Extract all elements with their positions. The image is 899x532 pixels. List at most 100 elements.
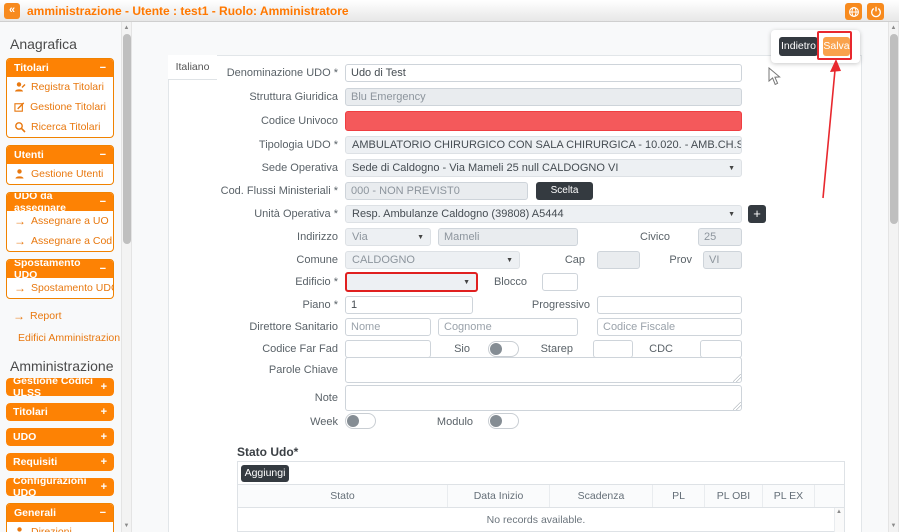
chevron-down-icon: ▼ (417, 234, 424, 241)
scroll-down-icon[interactable]: ▼ (889, 523, 898, 529)
field-label-blocco: Blocco (467, 273, 527, 291)
parole-chiave-textarea[interactable] (345, 357, 742, 383)
street-input (438, 228, 578, 246)
week-toggle[interactable] (345, 413, 376, 429)
unita-operativa-dropdown[interactable]: Resp. Ambulanze Caldogno (39808) A5444 ▼ (345, 205, 742, 223)
blocco-input[interactable] (542, 273, 578, 291)
column-header-scadenza[interactable]: Scadenza (550, 485, 653, 507)
person-edit-icon (14, 81, 26, 93)
expand-plus-icon[interactable]: + (101, 406, 107, 418)
sidebar-item-direzioni[interactable]: Direzioni (7, 522, 113, 532)
scroll-up-icon[interactable]: ▲ (836, 509, 842, 515)
section-header-utenti[interactable]: Utenti − (7, 146, 113, 164)
modulo-toggle[interactable] (488, 413, 519, 429)
denominazione-udo-input[interactable] (345, 64, 742, 82)
scroll-up-icon[interactable]: ▲ (889, 25, 898, 31)
page-scrollbar-thumb[interactable] (890, 34, 898, 224)
sidebar-item-label: Gestione Utenti (31, 168, 103, 180)
stato-udo-grid: Aggiungi Stato Data Inizio Scadenza PL P… (237, 461, 845, 532)
page-scrollbar[interactable]: ▲ ▼ (888, 22, 899, 532)
collapse-minus-icon[interactable]: − (100, 149, 106, 161)
expand-plus-icon[interactable]: + (101, 431, 107, 443)
sidebar-item-gestione-titolari[interactable]: Gestione Titolari (7, 97, 113, 117)
arrow-right-icon: → (14, 216, 26, 226)
collapse-minus-icon[interactable]: − (100, 196, 106, 208)
sidebar-item-edifici-amministrazione[interactable]: Edifici Amministrazione (6, 328, 114, 348)
column-header-pl-obi[interactable]: PL OBI (705, 485, 763, 507)
globe-icon (848, 6, 860, 18)
search-icon (14, 121, 26, 133)
sidebar-heading-amministrazione: Amministrazione (6, 350, 120, 378)
field-label-sede-operativa: Sede Operativa (180, 159, 338, 177)
back-button[interactable]: Indietro (779, 37, 818, 56)
codice-far-fad-input[interactable] (345, 340, 431, 358)
sidebar-item-gestione-utenti[interactable]: Gestione Utenti (7, 164, 113, 184)
direttore-nome-input[interactable] (345, 318, 431, 336)
edificio-dropdown-error[interactable]: ▼ (345, 272, 478, 292)
sidebar-scrollbar-thumb[interactable] (123, 34, 131, 244)
expand-plus-icon[interactable]: + (101, 381, 107, 393)
expand-plus-icon[interactable]: + (101, 481, 107, 493)
cod-flussi-ministeriali-input[interactable] (345, 182, 528, 200)
sidebar: Anagrafica Titolari − Registra Titolari (0, 22, 120, 532)
section-header-udo-da-assegnare[interactable]: UDO da assegnare − (7, 193, 113, 211)
dropdown-value: AMBULATORIO CHIRURGICO CON SALA CHIRURGI… (352, 139, 742, 151)
resize-grip-icon[interactable] (733, 374, 741, 382)
sidebar-item-ricerca-titolari[interactable]: Ricerca Titolari (7, 117, 113, 137)
section-header-gestione-codici-ulss[interactable]: Gestione Codici ULSS + (6, 378, 114, 396)
section-header-titolari-admin[interactable]: Titolari + (6, 403, 114, 421)
dropdown-value: Resp. Ambulanze Caldogno (39808) A5444 (352, 208, 564, 220)
progressivo-input[interactable] (597, 296, 742, 314)
note-textarea[interactable] (345, 385, 742, 411)
sidebar-item-label: Direzioni (31, 526, 72, 532)
starep-input[interactable] (593, 340, 633, 358)
tipologia-udo-dropdown[interactable]: AMBULATORIO CHIRURGICO CON SALA CHIRURGI… (345, 136, 742, 154)
section-header-udo[interactable]: UDO + (6, 428, 114, 446)
field-label-prov: Prov (632, 251, 692, 269)
column-header-pl[interactable]: PL (653, 485, 705, 507)
section-header-spostamento-udo[interactable]: Spostamento UDO − (7, 260, 113, 278)
codice-univoco-input-error[interactable] (345, 111, 742, 131)
sidebar-item-label: Registra Titolari (31, 81, 104, 93)
expand-plus-icon[interactable]: + (101, 456, 107, 468)
scroll-up-icon[interactable]: ▲ (122, 25, 131, 31)
sidebar-item-assegnare-a-cod-min[interactable]: → Assegnare a Cod. Min. (7, 231, 113, 251)
column-header-pl-ex[interactable]: PL EX (763, 485, 815, 507)
section-header-generali[interactable]: Generali − (7, 504, 113, 522)
logout-button[interactable] (867, 3, 884, 20)
cdc-input[interactable] (700, 340, 742, 358)
collapse-sidebar-button[interactable]: « (4, 3, 20, 19)
collapse-minus-icon[interactable]: − (100, 263, 106, 275)
resize-grip-icon[interactable] (733, 402, 741, 410)
piano-input[interactable] (345, 296, 473, 314)
aggiungi-button[interactable]: Aggiungi (241, 465, 289, 482)
direttore-cognome-input[interactable] (438, 318, 578, 336)
section-header-configurazioni-udo[interactable]: Configurazioni UDO + (6, 478, 114, 496)
collapse-minus-icon[interactable]: − (100, 62, 106, 74)
sidebar-scrollbar[interactable]: ▲ ▼ (121, 22, 132, 532)
section-header-titolari[interactable]: Titolari − (7, 59, 113, 77)
field-label-unita-operativa: Unità Operativa * (180, 205, 338, 223)
direttore-codice-fiscale-input[interactable] (597, 318, 742, 336)
language-button[interactable] (845, 3, 862, 20)
table-scrollbar[interactable]: ▲ ▼ (834, 508, 844, 532)
arrow-right-icon: → (13, 311, 25, 321)
section-title: UDO da assegnare (14, 192, 100, 214)
collapse-minus-icon[interactable]: − (100, 507, 106, 519)
app-window: « amministrazione - Utente : test1 - Ruo… (0, 0, 899, 532)
scelta-flusso-button[interactable]: Scelta Flusso (536, 182, 593, 200)
save-button[interactable]: Salva (823, 37, 850, 56)
sidebar-item-report[interactable]: → Report (6, 306, 114, 326)
column-header-data-inizio[interactable]: Data Inizio (448, 485, 550, 507)
grid-body: No records available. ▲ ▼ (238, 508, 844, 531)
sidebar-item-assegnare-a-uo[interactable]: → Assegnare a UO (7, 211, 113, 231)
sidebar-item-registra-titolari[interactable]: Registra Titolari (7, 77, 113, 97)
scroll-down-icon[interactable]: ▼ (122, 523, 131, 529)
sidebar-section-udo-da-assegnare: UDO da assegnare − → Assegnare a UO → As… (6, 192, 114, 252)
sede-operativa-dropdown[interactable]: Sede di Caldogno - Via Mameli 25 null CA… (345, 159, 742, 177)
column-header-stato[interactable]: Stato (238, 485, 448, 507)
sidebar-item-spostamento-udo[interactable]: → Spostamento UDO (7, 278, 113, 298)
sidebar-section-configurazioni-udo: Configurazioni UDO + (6, 478, 114, 496)
section-header-requisiti[interactable]: Requisiti + (6, 453, 114, 471)
add-unita-operativa-button[interactable]: + (748, 205, 766, 223)
